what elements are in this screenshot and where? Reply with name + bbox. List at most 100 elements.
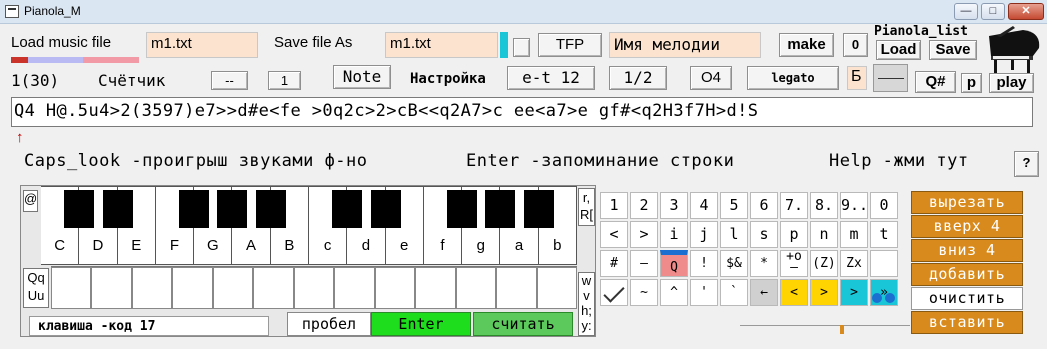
octave-button[interactable]: O4 <box>690 66 732 90</box>
symbol-key[interactable]: l <box>720 221 748 248</box>
black-key[interactable] <box>255 190 286 228</box>
music-code-input[interactable]: Q4 H@.5u4>2(3597)e7>>d#e<fe >0q2c>2>cB<<… <box>11 97 1033 127</box>
symbol-key[interactable]: < <box>780 279 808 306</box>
symbol-key[interactable]: ^ <box>660 279 688 306</box>
list-load-button[interactable]: Load <box>876 40 921 60</box>
black-key[interactable] <box>485 190 516 228</box>
black-key[interactable] <box>523 190 554 228</box>
close-button[interactable]: ✕ <box>1008 3 1044 20</box>
symbol-key[interactable]: s <box>750 221 778 248</box>
black-key[interactable] <box>332 190 363 228</box>
symbol-key[interactable]: – <box>630 250 658 277</box>
symbol-key[interactable]: ! <box>690 250 718 277</box>
read-button[interactable]: считать <box>473 312 573 336</box>
b-flat-field[interactable]: Б <box>847 66 867 90</box>
zero-button[interactable]: 0 <box>843 33 868 57</box>
symbol-key[interactable]: 0 <box>870 192 898 219</box>
symbol-key[interactable]: ` <box>720 279 748 306</box>
symbol-key[interactable]: 7. <box>780 192 808 219</box>
half-button[interactable]: 1/2 <box>609 66 667 90</box>
black-key[interactable] <box>217 190 248 228</box>
symbol-key[interactable]: 2 <box>630 192 658 219</box>
symbol-key[interactable]: $& <box>720 250 748 277</box>
down-button[interactable]: вниз 4 <box>911 239 1023 262</box>
lower-key[interactable] <box>172 267 213 309</box>
symbol-key[interactable]: 8. <box>810 192 838 219</box>
symbol-key[interactable]: n <box>810 221 838 248</box>
enter-button[interactable]: Enter <box>371 312 471 336</box>
lower-key[interactable] <box>496 267 537 309</box>
scroll-thumb[interactable] <box>840 325 844 334</box>
black-key[interactable] <box>179 190 210 228</box>
load-file-input[interactable]: m1.txt <box>146 32 258 58</box>
symbol-key[interactable] <box>870 250 898 277</box>
symbol-key[interactable]: ← <box>750 279 778 306</box>
minimize-button[interactable]: — <box>954 3 978 20</box>
lower-key[interactable] <box>415 267 456 309</box>
symbol-key[interactable]: Q <box>660 250 688 277</box>
help-button[interactable]: ? <box>1014 151 1039 177</box>
symbol-key[interactable]: i <box>660 221 688 248</box>
at-key[interactable]: @ <box>23 190 38 212</box>
paste-button[interactable]: вставить <box>911 311 1023 334</box>
symbol-key[interactable]: < <box>600 221 628 248</box>
lower-key[interactable] <box>374 267 416 309</box>
small-toggle-button[interactable] <box>513 38 530 57</box>
up-button[interactable]: вверх 4 <box>911 215 1023 238</box>
symbol-key[interactable]: > <box>840 279 868 306</box>
symbol-key[interactable]: Zx <box>840 250 868 277</box>
symbol-key[interactable]: ~ <box>630 279 658 306</box>
symbol-key[interactable]: 9.. <box>840 192 868 219</box>
tfp-button[interactable]: TFP <box>538 33 602 57</box>
symbol-key[interactable]: > <box>630 221 658 248</box>
decrement-button[interactable]: -- <box>211 71 248 90</box>
symbol-key[interactable]: p <box>780 221 808 248</box>
symbol-key[interactable]: m <box>840 221 868 248</box>
clear-button[interactable]: очистить <box>911 287 1023 310</box>
space-button[interactable]: пробел <box>287 312 371 336</box>
q-sharp-button[interactable]: Q# <box>915 71 956 93</box>
symbol-key[interactable]: 5 <box>720 192 748 219</box>
melody-name-input[interactable]: Имя мелодии <box>609 32 761 58</box>
symbol-key[interactable]: ' <box>690 279 718 306</box>
add-button[interactable]: добавить <box>911 263 1023 286</box>
play-button[interactable]: play <box>989 73 1034 93</box>
lower-key[interactable] <box>334 267 375 309</box>
lower-key[interactable] <box>455 267 497 309</box>
symbol-key[interactable]: j <box>690 221 718 248</box>
load-music-file-label[interactable]: Load music file <box>11 34 111 51</box>
step-one-button[interactable]: 1 <box>268 71 301 90</box>
symbol-key[interactable]: * <box>750 250 778 277</box>
et12-button[interactable]: e-t 12 <box>507 66 595 90</box>
symbol-key[interactable]: +o – <box>780 250 808 277</box>
legato-button[interactable]: legato <box>747 66 839 90</box>
lower-key[interactable] <box>91 267 132 309</box>
side-right-top-keys[interactable]: r, R[ <box>578 188 595 226</box>
symbol-key[interactable]: 4 <box>690 192 718 219</box>
list-save-button[interactable]: Save <box>929 40 977 60</box>
scroll-track[interactable] <box>740 325 910 333</box>
black-key[interactable] <box>102 190 133 228</box>
note-button[interactable]: Note <box>333 65 391 89</box>
save-file-as-label[interactable]: Save file As <box>274 34 352 51</box>
dash-field[interactable] <box>873 64 908 92</box>
lower-key[interactable] <box>212 267 254 309</box>
symbol-key[interactable]: # <box>600 250 628 277</box>
lower-key[interactable] <box>293 267 335 309</box>
symbol-key[interactable]: 3 <box>660 192 688 219</box>
side-left-keys[interactable]: Qq Uu <box>23 268 49 308</box>
lower-key[interactable] <box>253 267 294 309</box>
symbol-key[interactable]: 1 <box>600 192 628 219</box>
side-right-bottom-keys[interactable]: w v h; y: <box>578 272 595 336</box>
black-key[interactable] <box>64 190 95 228</box>
p-button[interactable]: p <box>961 73 982 93</box>
symbol-key[interactable]: > <box>810 279 838 306</box>
make-button[interactable]: make <box>779 33 834 57</box>
symbol-key[interactable]: 6 <box>750 192 778 219</box>
symbol-key[interactable]: (Z) <box>810 250 838 277</box>
maximize-button[interactable]: □ <box>981 3 1005 20</box>
lower-key[interactable] <box>51 267 92 309</box>
lower-key[interactable] <box>536 267 577 309</box>
black-key[interactable] <box>447 190 478 228</box>
symbol-key[interactable]: t <box>870 221 898 248</box>
